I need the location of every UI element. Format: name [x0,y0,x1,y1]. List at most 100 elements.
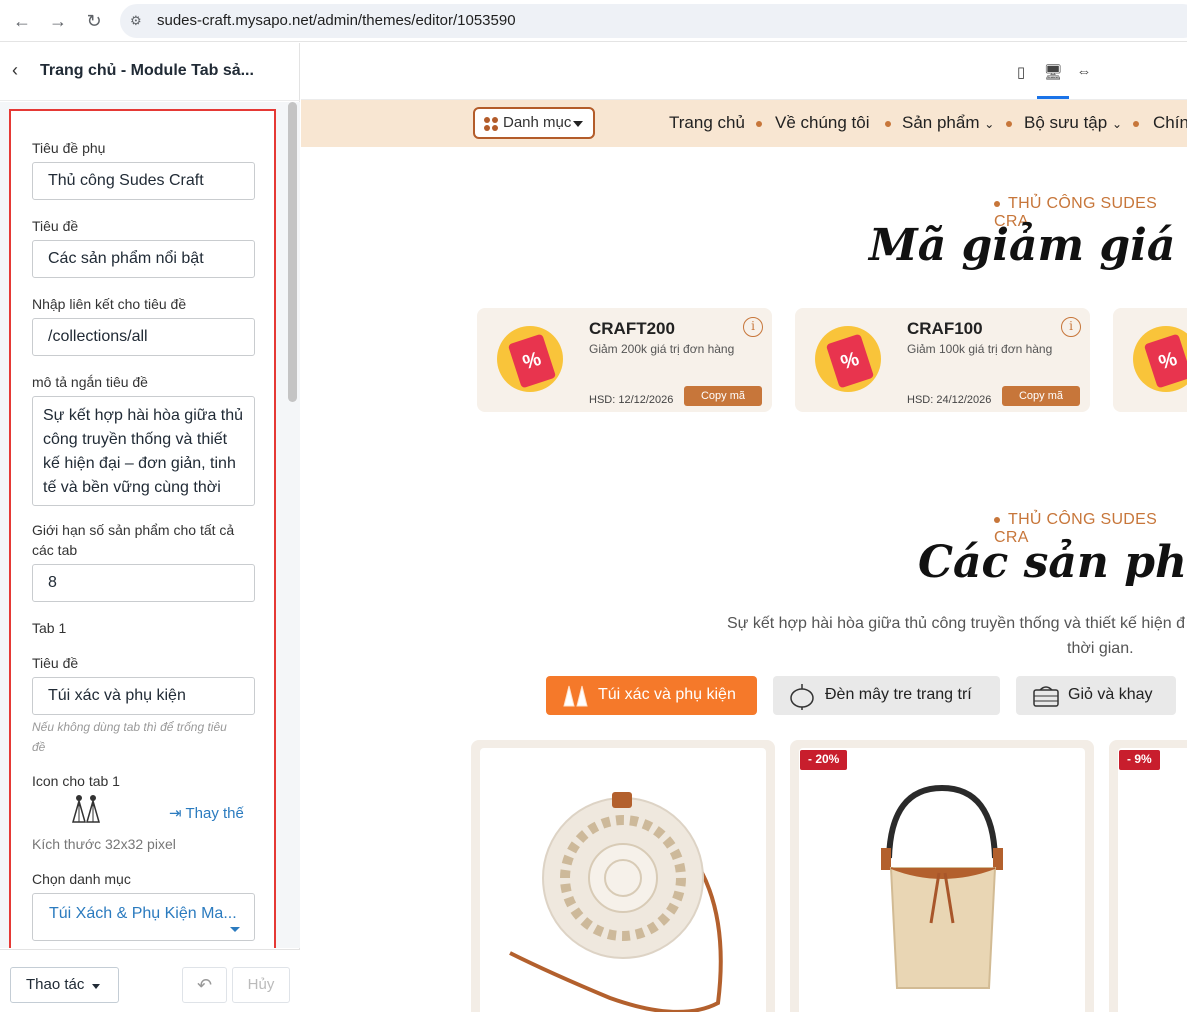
nav-separator [756,121,762,127]
settings-scroll-area[interactable]: Tiêu đề phụ Thủ công Sudes Craft Tiêu đề… [0,102,300,948]
info-icon[interactable]: i [743,317,763,337]
discount-badge: - 20% [800,750,848,770]
site-navbar: Danh mục Trang chủ Về chúng tôi Sản phẩm… [301,100,1187,147]
desktop-view-icon[interactable]: 🖥 [1042,63,1064,81]
product-card[interactable] [471,740,775,1012]
product-image-straw-bucket-bag[interactable] [799,748,1085,1012]
tab-bags-accessories[interactable]: Túi xác và phụ kiện [546,676,757,715]
tab1-hint-line1: Nếu không dùng tab thì để trống tiêu [32,720,227,734]
actions-label: Thao tác [26,976,85,993]
mobile-view-icon[interactable]: ▯ [1010,63,1032,81]
device-switcher: ▯ 🖥 ⇔ [301,43,1187,100]
tab-rattan-lamps[interactable]: Đèn mây tre trang trí [773,676,1000,715]
nav-item-collections[interactable]: Bộ sưu tập ⌄ [1024,113,1122,133]
subtitle-input[interactable]: Thủ công Sudes Craft [32,162,255,200]
undo-button[interactable]: ↶ [182,967,227,1003]
undo-icon: ↶ [196,975,213,995]
url-text: sudes-craft.mysapo.net/admin/themes/edit… [157,12,516,29]
grid-dots-icon [484,117,498,131]
nav-separator [1006,121,1012,127]
tab-label: Giỏ và khay [1068,686,1153,703]
description-textarea[interactable]: Sự kết hợp hài hòa giữa thủ công truyền … [32,396,255,506]
nav-item-products[interactable]: Sản phẩm ⌄ [902,113,994,133]
nav-item-collections-label: Bộ sưu tập [1024,113,1108,132]
coupon-description: Giảm 100k giá trị đơn hàng [907,342,1053,356]
actions-button[interactable]: Thao tác [10,967,119,1003]
browser-toolbar: ← → ↻ ⚙ sudes-craft.mysapo.net/admin/the… [0,0,1187,42]
category-select[interactable]: Túi Xách & Phụ Kiện Ma... [32,893,255,941]
replace-icon-link[interactable]: ⇥ Thay thế [169,804,244,822]
title-label: Tiêu đề [32,218,79,234]
subtitle-label: Tiêu đề phụ [32,140,106,156]
chevron-down-icon: ⌄ [1111,117,1123,131]
products-section-title: Các sản phẩm n [918,537,1187,588]
address-bar[interactable]: ⚙ sudes-craft.mysapo.net/admin/themes/ed… [120,4,1187,38]
caret-down-icon [92,984,100,989]
panel-header: ‹ Trang chủ - Module Tab sả... [0,43,300,101]
category-label: Chọn danh mục [32,871,131,887]
coupon-description: Giảm 200k giá trị đơn hàng [589,342,735,356]
copy-code-button[interactable]: Copy mã [1002,386,1080,406]
category-menu-button[interactable]: Danh mục [473,107,595,139]
back-chevron-icon[interactable]: ‹ [12,60,18,81]
coupon-code: CRAF100 [907,319,983,338]
tab-label: Túi xác và phụ kiện [598,686,736,703]
nav-separator [885,121,891,127]
tab1-hint-line2: đề [32,740,46,754]
description-label: mô tả ngắn tiêu đề [32,374,148,390]
coupon-section-title: Mã giảm giá dành [869,220,1187,271]
tab-baskets-trays[interactable]: Giỏ và khay [1016,676,1176,715]
discount-tag-icon: % [497,326,563,392]
title-input[interactable]: Các sản phẩm nổi bật [32,240,255,278]
tab1-icon-label: Icon cho tab 1 [32,773,120,789]
limit-label-line1: Giới hạn số sản phẩm cho tất cả [32,522,235,538]
earrings-icon [562,684,588,708]
product-image-rattan-bag[interactable] [480,748,766,1012]
coupon-card-partial: % [1113,308,1187,412]
product-image[interactable] [1118,748,1187,1012]
discount-tag-icon: % [1133,326,1187,392]
caret-down-icon [573,121,583,127]
basket-icon [1032,684,1059,708]
nav-item-about[interactable]: Về chúng tôi [775,113,870,133]
theme-preview: ▯ 🖥 ⇔ Danh mục Trang chủ Về chúng tôi Sả… [301,43,1187,1012]
site-settings-icon[interactable]: ⚙ [130,12,148,30]
back-arrow-icon[interactable]: ← [10,9,34,33]
tab1-title-input[interactable]: Túi xác và phụ kiện [32,677,255,715]
cancel-button[interactable]: Hủy [232,967,290,1003]
panel-title: Trang chủ - Module Tab sả... [40,62,254,79]
caret-down-icon [230,927,240,932]
nav-item-home[interactable]: Trang chủ [669,113,745,133]
nav-item-products-label: Sản phẩm [902,113,980,132]
tab1-heading: Tab 1 [32,620,67,636]
limit-input[interactable]: 8 [32,564,255,602]
active-device-indicator [1037,96,1069,99]
link-input[interactable]: /collections/all [32,318,255,356]
reload-icon[interactable]: ↻ [82,9,106,33]
chevron-down-icon: ⌄ [984,117,995,131]
discount-tag-icon: % [815,326,881,392]
forward-arrow-icon[interactable]: → [46,9,70,33]
replace-label: Thay thế [185,805,244,822]
icon-size-hint: Kích thước 32x32 pixel [32,836,176,852]
limit-label-line2: các tab [32,542,78,558]
earrings-icon [69,794,105,828]
replace-arrow-icon: ⇥ [169,805,186,822]
scrollbar[interactable] [288,102,297,402]
coupon-card: % CRAF100 Giảm 100k giá trị đơn hàng i H… [795,308,1090,412]
product-card[interactable]: - 20% [790,740,1094,1012]
product-card-partial[interactable]: - 9% [1109,740,1187,1012]
lantern-icon [789,684,815,710]
tab1-title-label: Tiêu đề [32,655,79,671]
coupon-code: CRAFT200 [589,319,675,338]
coupon-expiry: HSD: 12/12/2026 [589,394,674,406]
products-description-line1: Sự kết hợp hài hòa giữa thủ công truyền … [727,615,1185,632]
storefront-page: Danh mục Trang chủ Về chúng tôi Sản phẩm… [301,100,1187,1012]
coupon-expiry: HSD: 24/12/2026 [907,394,992,406]
highlighted-settings-group: Tiêu đề phụ Thủ công Sudes Craft Tiêu đề… [9,109,276,948]
fullwidth-view-icon[interactable]: ⇔ [1073,63,1095,81]
tab-label: Đèn mây tre trang trí [825,686,972,703]
nav-item-policy[interactable]: Chín [1153,113,1187,133]
info-icon[interactable]: i [1061,317,1081,337]
copy-code-button[interactable]: Copy mã [684,386,762,406]
